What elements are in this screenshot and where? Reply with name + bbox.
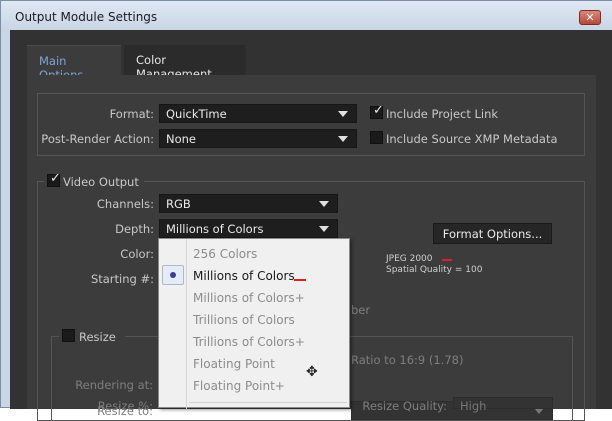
color-label: Color: xyxy=(120,247,154,261)
channels-dropdown[interactable]: RGB xyxy=(159,194,338,213)
chevron-down-icon xyxy=(338,136,348,142)
tab-main-options[interactable]: Main Options xyxy=(27,45,121,82)
tab-color-management[interactable]: Color Management xyxy=(124,45,246,81)
red-annotation-mark xyxy=(294,279,306,281)
post-render-dropdown[interactable]: None xyxy=(159,129,357,148)
move-cursor-icon: ✥ xyxy=(306,364,318,380)
chevron-down-icon xyxy=(338,111,348,117)
include-xmp-label: Include Source XMP Metadata xyxy=(386,132,558,146)
close-icon: ✕ xyxy=(585,11,595,24)
menu-separator xyxy=(189,402,347,403)
menu-item-millions-of-colors[interactable]: Millions of Colors xyxy=(193,269,295,289)
video-output-checkbox[interactable]: ✓ xyxy=(47,171,61,187)
depth-label: Depth: xyxy=(115,222,154,236)
depth-value: Millions of Colors xyxy=(166,222,264,236)
include-project-link-checkbox[interactable]: ✓ xyxy=(370,103,384,119)
resize-checkbox[interactable] xyxy=(62,329,75,342)
depth-dropdown-menu: 256 Colors Millions of Colors Millions o… xyxy=(158,238,350,409)
post-render-label: Post-Render Action: xyxy=(41,132,154,146)
red-annotation-mark xyxy=(442,259,452,261)
format-value: QuickTime xyxy=(166,107,227,121)
menu-selection-indicator xyxy=(162,265,184,285)
resize-quality-dropdown[interactable]: High xyxy=(453,397,553,413)
resize-label: Resize xyxy=(79,330,116,344)
close-button[interactable]: ✕ xyxy=(579,10,601,25)
checkmark-icon: ✓ xyxy=(50,171,61,186)
menu-item-millions-of-colors-plus[interactable]: Millions of Colors+ xyxy=(193,291,305,311)
start-frame-partial-text: ber xyxy=(351,303,371,317)
resize-quality-label: Resize Quality: xyxy=(362,399,447,413)
window-title: Output Module Settings xyxy=(15,10,158,24)
channels-label: Channels: xyxy=(96,197,154,211)
include-project-link-label: Include Project Link xyxy=(386,107,499,121)
rendering-at-label: Rendering at: xyxy=(75,378,153,392)
starting-number-label: Starting #: xyxy=(90,272,154,286)
format-options-button[interactable]: Format Options... xyxy=(433,223,552,244)
channels-value: RGB xyxy=(166,197,191,211)
codec-info-line1: JPEG 2000 xyxy=(386,254,433,264)
menu-item-floating-point-plus[interactable]: Floating Point+ xyxy=(193,379,285,399)
codec-info-line2: Spatial Quality = 100 xyxy=(386,265,483,275)
menu-item-256-colors[interactable]: 256 Colors xyxy=(193,247,257,267)
video-output-label: Video Output xyxy=(63,175,139,189)
resize-quality-value: High xyxy=(460,399,487,413)
include-xmp-checkbox[interactable] xyxy=(370,131,383,144)
menu-item-floating-point[interactable]: Floating Point xyxy=(193,357,275,377)
menu-item-trillions-of-colors-plus[interactable]: Trillions of Colors+ xyxy=(193,335,305,355)
chevron-down-icon xyxy=(319,201,329,207)
format-dropdown[interactable]: QuickTime xyxy=(159,104,357,123)
resize-percent-label: Resize %: xyxy=(97,399,153,413)
chevron-down-icon xyxy=(319,226,329,232)
post-render-value: None xyxy=(166,132,197,146)
radio-selected-icon xyxy=(170,272,176,278)
menu-item-trillions-of-colors[interactable]: Trillions of Colors xyxy=(193,313,295,333)
format-label: Format: xyxy=(109,107,154,121)
title-bar: Output Module Settings ✕ xyxy=(1,1,612,31)
aspect-ratio-partial-text: Ratio to 16:9 (1.78) xyxy=(351,353,464,367)
menu-gutter xyxy=(186,239,187,409)
depth-dropdown[interactable]: Millions of Colors xyxy=(159,219,338,238)
checkmark-icon: ✓ xyxy=(373,103,384,118)
